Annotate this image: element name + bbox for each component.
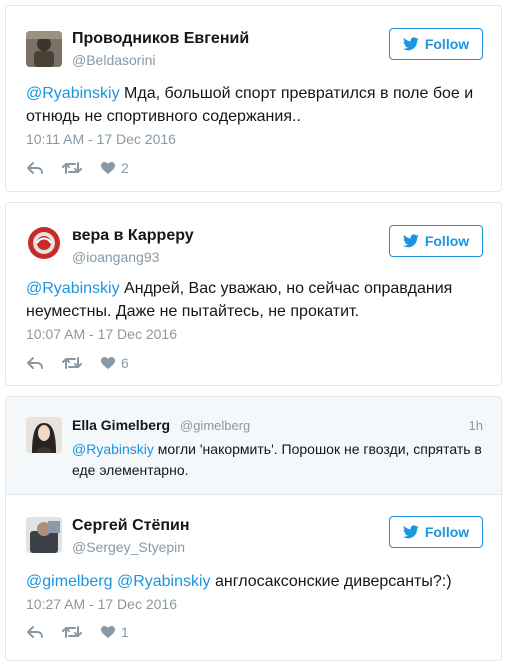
tweet-actions: 1: [26, 623, 147, 641]
avatar[interactable]: [26, 31, 62, 67]
follow-label: Follow: [424, 524, 470, 540]
twitter-bird-icon: [402, 234, 419, 248]
mention-link[interactable]: @gimelberg: [26, 573, 113, 590]
retweet-icon: [62, 626, 82, 638]
reply-button[interactable]: [26, 625, 44, 639]
timestamp[interactable]: 10:11 AM - 17 Dec 2016: [26, 131, 176, 147]
retweet-button[interactable]: [62, 625, 82, 639]
quote-author-handle[interactable]: @gimelberg: [180, 418, 250, 433]
tweet-body: англосаксонские диверсанты?:): [210, 573, 452, 590]
avatar[interactable]: [26, 517, 62, 553]
reply-icon: [27, 162, 43, 174]
reply-icon: [27, 357, 43, 369]
author-handle[interactable]: @ioangang93: [72, 249, 159, 265]
like-count: 2: [121, 160, 129, 176]
like-count: 1: [121, 624, 129, 640]
reply-icon: [27, 626, 43, 638]
like-button[interactable]: 2: [100, 160, 129, 176]
heart-icon: [101, 357, 115, 369]
author-handle[interactable]: @Sergey_Styepin: [72, 539, 185, 555]
retweet-icon: [62, 162, 82, 174]
like-button[interactable]: 1: [100, 624, 129, 640]
mention-link[interactable]: @Ryabinskiy: [26, 85, 120, 102]
tweet-actions: 2: [26, 159, 147, 177]
mention-link[interactable]: @Ryabinskiy: [117, 573, 211, 590]
tweet-text: @Ryabinskiy Андрей, Вас уважаю, но сейча…: [26, 277, 483, 323]
reply-button[interactable]: [26, 161, 44, 175]
follow-button[interactable]: Follow: [389, 516, 483, 548]
author-name[interactable]: Проводников Евгений: [72, 30, 249, 48]
twitter-bird-icon: [402, 525, 419, 539]
tweet-card: Ella Gimelberg @gimelberg 1h @Ryabinskiy…: [5, 396, 502, 661]
follow-label: Follow: [424, 233, 470, 249]
follow-button[interactable]: Follow: [389, 28, 483, 60]
avatar[interactable]: [26, 417, 62, 453]
heart-icon: [101, 626, 115, 638]
reply-button[interactable]: [26, 356, 44, 370]
tweet-text: @gimelberg @Ryabinskiy англосаксонские д…: [26, 570, 483, 593]
author-name[interactable]: Сергей Стёпин: [72, 517, 190, 535]
avatar[interactable]: [26, 225, 62, 261]
timestamp[interactable]: 10:07 AM - 17 Dec 2016: [26, 326, 177, 342]
tweet-text: @Ryabinskiy Мда, большой спорт превратил…: [26, 82, 483, 128]
tweet-actions: 6: [26, 354, 147, 372]
author-name[interactable]: вера в Карреру: [72, 227, 194, 245]
timestamp[interactable]: 10:27 AM - 17 Dec 2016: [26, 596, 177, 612]
retweet-icon: [62, 357, 82, 369]
quoted-tweet[interactable]: Ella Gimelberg @gimelberg 1h @Ryabinskiy…: [6, 397, 501, 495]
like-count: 6: [121, 355, 129, 371]
author-handle[interactable]: @Beldasorini: [72, 52, 155, 68]
heart-icon: [101, 162, 115, 174]
tweet-card: вера в Карреру @ioangang93 Follow @Ryabi…: [5, 202, 502, 386]
like-button[interactable]: 6: [100, 355, 129, 371]
mention-link[interactable]: @Ryabinskiy: [72, 441, 154, 457]
retweet-button[interactable]: [62, 356, 82, 370]
twitter-bird-icon: [402, 37, 419, 51]
mention-link[interactable]: @Ryabinskiy: [26, 280, 120, 297]
quote-text: @Ryabinskiy могли 'накормить'. Порошок н…: [72, 439, 483, 481]
follow-label: Follow: [424, 36, 470, 52]
retweet-button[interactable]: [62, 161, 82, 175]
follow-button[interactable]: Follow: [389, 225, 483, 257]
quote-timestamp[interactable]: 1h: [469, 418, 483, 433]
quote-author-name[interactable]: Ella Gimelberg: [72, 417, 170, 433]
tweet-card: Проводников Евгений @Beldasorini Follow …: [5, 5, 502, 192]
